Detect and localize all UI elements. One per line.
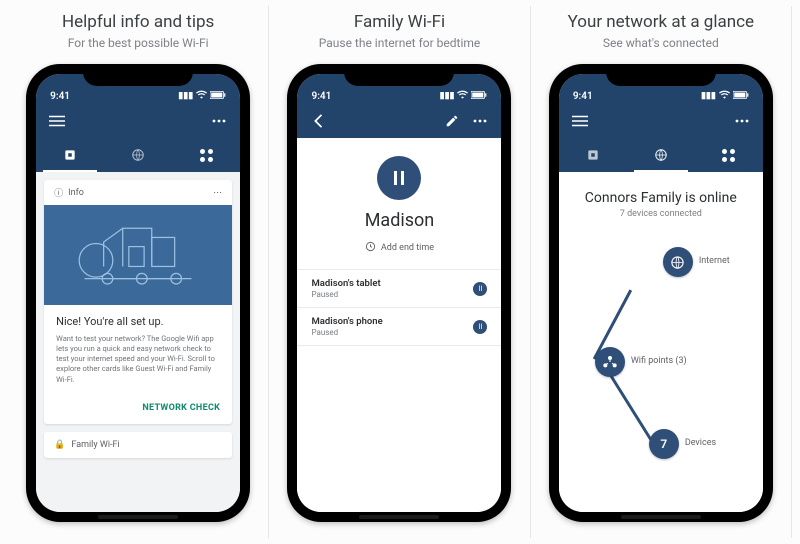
- phone-notch: [606, 64, 716, 86]
- node-internet-label: Internet: [699, 256, 730, 266]
- card-title: Nice! You're all set up.: [56, 315, 220, 328]
- tab-grid[interactable]: [695, 138, 763, 172]
- pause-icon: [394, 171, 404, 185]
- device-pause-badge[interactable]: II: [473, 320, 487, 334]
- device-pause-badge[interactable]: II: [473, 282, 487, 296]
- tab-network[interactable]: [627, 138, 695, 172]
- node-points-label: Wifi points (3): [631, 356, 687, 366]
- edit-icon[interactable]: [443, 112, 461, 130]
- menu-icon[interactable]: [571, 112, 589, 130]
- card-overflow-icon[interactable]: ⋯: [213, 188, 222, 198]
- phone-screen: 9:41 ▮▮▮: [36, 74, 240, 512]
- device-row[interactable]: Madison's phone Paused II: [297, 307, 501, 346]
- wifi-icon: [196, 90, 207, 102]
- menu-icon[interactable]: [48, 112, 66, 130]
- phone-frame: 9:41 ▮▮▮: [549, 64, 773, 522]
- status-indicators: ▮▮▮: [440, 90, 488, 102]
- profile-name: Madison: [365, 210, 435, 231]
- info-label: Info: [68, 188, 84, 198]
- status-time: 9:41: [50, 91, 70, 102]
- card-illustration: [44, 205, 232, 305]
- add-end-time-label: Add end time: [381, 243, 434, 253]
- wifi-icon: [719, 90, 730, 102]
- overflow-icon[interactable]: [733, 112, 751, 130]
- device-status: Paused: [311, 328, 382, 337]
- phone-frame: 9:41 ▮▮▮: [287, 64, 511, 522]
- panel-helpful-info: Helpful info and tips For the best possi…: [8, 6, 269, 538]
- clock-icon: [365, 241, 376, 255]
- signal-icon: ▮▮▮: [701, 91, 716, 101]
- panel-title: Helpful info and tips: [62, 12, 214, 32]
- app-bar: [559, 104, 763, 138]
- device-name: Madison's phone: [311, 316, 382, 327]
- family-wifi-label: Family Wi-Fi: [71, 440, 119, 450]
- grid-icon: [200, 149, 213, 162]
- phone-screen: 9:41 ▮▮▮: [559, 74, 763, 512]
- battery-icon: [210, 91, 226, 102]
- panel-subtitle: See what's connected: [603, 36, 719, 50]
- status-time: 9:41: [311, 91, 331, 102]
- panel-network-glance: Your network at a glance See what's conn…: [531, 6, 792, 538]
- phone-notch: [344, 64, 454, 86]
- node-internet[interactable]: [663, 247, 693, 277]
- device-status: Paused: [311, 290, 380, 299]
- network-topology: Internet Wifi points (3) 7 Devices: [559, 219, 763, 512]
- status-time: 9:41: [573, 91, 593, 102]
- tab-home[interactable]: [36, 138, 104, 172]
- node-devices-label: Devices: [685, 438, 716, 448]
- tab-grid[interactable]: [172, 138, 240, 172]
- network-subtext: 7 devices connected: [620, 209, 702, 219]
- home-indicator: [621, 515, 701, 519]
- screen-content[interactable]: Connors Family is online 7 devices conne…: [559, 172, 763, 512]
- topology-edge: [608, 372, 657, 448]
- card-text: Want to test your network? The Google Wi…: [56, 334, 220, 385]
- device-row[interactable]: Madison's tablet Paused II: [297, 269, 501, 307]
- panel-family-wifi: Family Wi-Fi Pause the internet for bedt…: [269, 6, 530, 538]
- app-bar: [297, 104, 501, 138]
- grid-icon: [722, 149, 735, 162]
- family-wifi-card[interactable]: 🔒 Family Wi-Fi: [44, 432, 232, 458]
- status-indicators: ▮▮▮: [701, 90, 749, 102]
- back-icon[interactable]: [309, 112, 327, 130]
- phone-frame: 9:41 ▮▮▮: [26, 64, 250, 522]
- add-end-time-button[interactable]: Add end time: [365, 241, 434, 255]
- app-bar: [36, 104, 240, 138]
- panel-subtitle: Pause the internet for bedtime: [319, 36, 481, 50]
- screen-content[interactable]: Madison Add end time Madison's tablet Pa…: [297, 138, 501, 512]
- panel-title: Your network at a glance: [568, 12, 754, 32]
- battery-icon: [733, 91, 749, 102]
- tab-home[interactable]: [559, 138, 627, 172]
- overflow-icon[interactable]: [210, 112, 228, 130]
- phone-screen: 9:41 ▮▮▮: [297, 74, 501, 512]
- panel-subtitle: For the best possible Wi-Fi: [68, 36, 209, 50]
- device-name: Madison's tablet: [311, 278, 380, 289]
- battery-icon: [471, 91, 487, 102]
- status-indicators: ▮▮▮: [178, 90, 226, 102]
- pause-toggle-button[interactable]: [377, 156, 421, 200]
- device-list: Madison's tablet Paused II Madison's pho…: [297, 269, 501, 346]
- home-indicator: [359, 515, 439, 519]
- node-wifi-points[interactable]: [595, 347, 625, 377]
- screen-content[interactable]: ⓘ Info ⋯: [36, 172, 240, 512]
- node-devices-count: 7: [660, 437, 667, 451]
- phone-notch: [83, 64, 193, 86]
- overflow-icon[interactable]: [471, 112, 489, 130]
- tab-network[interactable]: [104, 138, 172, 172]
- network-check-button[interactable]: NETWORK CHECK: [142, 403, 220, 413]
- tab-bar: [559, 138, 763, 172]
- node-devices[interactable]: 7: [649, 429, 679, 459]
- info-card: ⓘ Info ⋯: [44, 180, 232, 424]
- info-icon: ⓘ: [54, 186, 63, 199]
- home-indicator: [98, 515, 178, 519]
- panel-title: Family Wi-Fi: [354, 12, 445, 32]
- signal-icon: ▮▮▮: [440, 91, 455, 101]
- lock-icon: 🔒: [54, 440, 65, 450]
- signal-icon: ▮▮▮: [178, 91, 193, 101]
- wifi-icon: [457, 90, 468, 102]
- tab-bar: [36, 138, 240, 172]
- network-headline: Connors Family is online: [585, 190, 737, 206]
